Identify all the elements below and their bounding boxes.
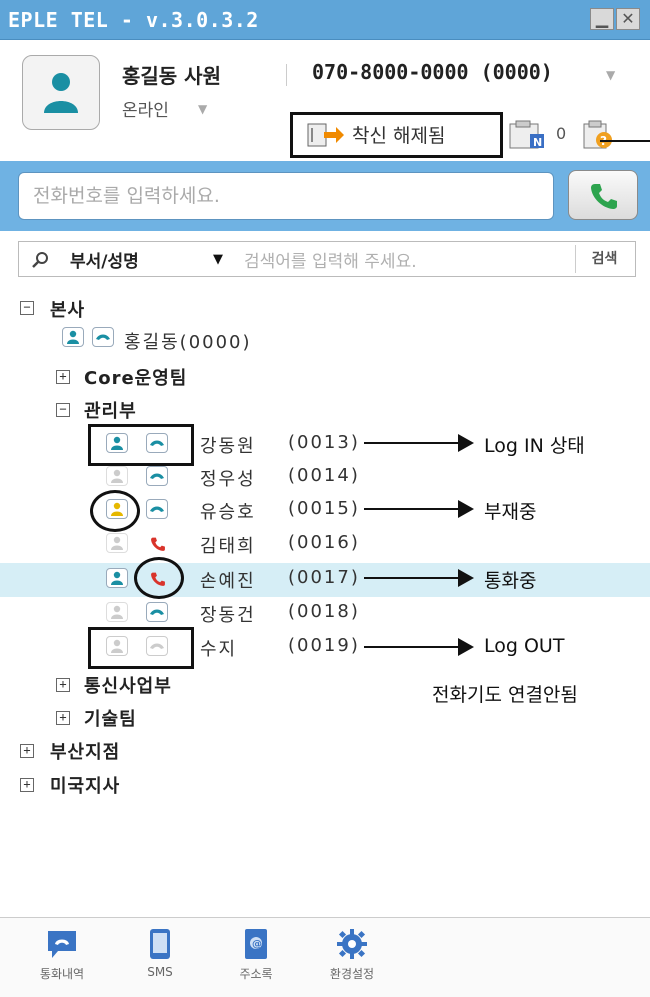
collapse-toggle[interactable]: − bbox=[56, 403, 70, 417]
member-ext: (0015) bbox=[288, 498, 360, 519]
tree-node-branch[interactable]: 부산지점 bbox=[50, 738, 120, 764]
search-input[interactable]: 검색어를 입력해 주세요. bbox=[244, 247, 417, 272]
svg-text:N: N bbox=[533, 136, 542, 149]
notice-icon[interactable]: N bbox=[508, 120, 552, 150]
annotation-login: Log IN 상태 bbox=[484, 435, 585, 457]
annotation-arrow bbox=[364, 508, 460, 510]
expand-toggle[interactable]: + bbox=[20, 778, 34, 792]
phone-status-icon bbox=[146, 466, 168, 486]
search-icon bbox=[32, 252, 48, 268]
presence-icon bbox=[106, 568, 128, 588]
annotation-arrow bbox=[364, 577, 460, 579]
member-name[interactable]: 정우성 bbox=[200, 465, 256, 491]
notice-count: 0 bbox=[556, 124, 567, 143]
presence-icon bbox=[106, 533, 128, 553]
highlight-circle bbox=[90, 490, 140, 532]
divider bbox=[286, 64, 287, 86]
tree-node-branch[interactable]: 미국지사 bbox=[50, 772, 120, 798]
member-name[interactable]: 강동원 bbox=[200, 432, 256, 458]
annotation-arrowhead bbox=[458, 569, 474, 587]
annotation-line bbox=[600, 140, 650, 142]
address-book-icon: @ bbox=[245, 929, 267, 959]
annotation-arrowhead bbox=[458, 638, 474, 656]
phone-calling-icon bbox=[146, 533, 168, 553]
annotation-arrowhead bbox=[458, 500, 474, 518]
search-button[interactable]: 검색 bbox=[575, 245, 633, 273]
annotation-calling: 통화중 bbox=[484, 570, 537, 592]
member-ext: (0013) bbox=[288, 432, 360, 453]
mobile-phone-icon bbox=[150, 929, 170, 959]
presence-icon bbox=[106, 466, 128, 486]
annotation-arrow bbox=[364, 442, 460, 444]
contacts-button[interactable]: @ 주소록 bbox=[224, 927, 288, 982]
phone-status-icon bbox=[146, 499, 168, 519]
close-button[interactable]: ✕ bbox=[616, 8, 640, 30]
tree-node-team[interactable]: Core운영팀 bbox=[84, 364, 187, 390]
search-type-select[interactable]: 부서/성명 bbox=[70, 247, 139, 272]
expand-toggle[interactable]: + bbox=[56, 370, 70, 384]
member-ext: (0018) bbox=[288, 601, 360, 622]
call-button[interactable] bbox=[568, 170, 638, 220]
member-name[interactable]: 수지 bbox=[200, 635, 237, 661]
window-title: EPLE TEL - v.3.0.3.2 bbox=[8, 8, 259, 32]
phone-status-icon bbox=[92, 327, 114, 347]
tree-node-team[interactable]: 통신사업부 bbox=[84, 672, 172, 698]
member-ext: (0019) bbox=[288, 635, 360, 656]
tree-node-team[interactable]: 기술팀 bbox=[84, 705, 137, 731]
user-phone[interactable]: 070-8000-0000 (0000) bbox=[312, 60, 553, 84]
presence-icon bbox=[106, 602, 128, 622]
chevron-down-icon[interactable]: ▼ bbox=[213, 252, 223, 267]
gear-icon bbox=[337, 929, 367, 959]
member-ext: (0016) bbox=[288, 532, 360, 553]
tree-item-head[interactable]: 홍길동(0000) bbox=[124, 328, 252, 354]
member-name[interactable]: 장동건 bbox=[200, 601, 256, 627]
tree-node-team[interactable]: 관리부 bbox=[84, 397, 137, 423]
tree-node-root[interactable]: 본사 bbox=[50, 296, 85, 322]
member-name[interactable]: 김태희 bbox=[200, 532, 256, 558]
phone-status-icon bbox=[146, 602, 168, 622]
expand-toggle[interactable]: + bbox=[20, 744, 34, 758]
member-ext: (0017) bbox=[288, 567, 360, 588]
minimize-button[interactable]: ▁ bbox=[590, 8, 614, 30]
sms-button[interactable]: SMS bbox=[128, 927, 192, 979]
phone-icon bbox=[591, 184, 617, 209]
member-name[interactable]: 손예진 bbox=[200, 567, 256, 593]
highlight-box bbox=[88, 627, 194, 669]
forward-status[interactable]: 착신 해제됨 bbox=[352, 121, 445, 148]
annotation-arrow bbox=[364, 646, 460, 648]
chevron-down-icon[interactable]: ▼ bbox=[606, 68, 615, 82]
user-icon bbox=[44, 73, 78, 113]
phone-number-input[interactable]: 전화번호를 입력하세요. bbox=[18, 172, 554, 220]
presence-icon bbox=[62, 327, 84, 347]
collapse-toggle[interactable]: − bbox=[20, 301, 34, 315]
call-history-button[interactable]: 통화내역 bbox=[30, 927, 94, 982]
expand-toggle[interactable]: + bbox=[56, 678, 70, 692]
chevron-down-icon[interactable]: ▼ bbox=[198, 102, 207, 116]
svg-text:@: @ bbox=[252, 939, 262, 950]
annotation-arrowhead bbox=[458, 434, 474, 452]
highlight-circle bbox=[134, 557, 184, 599]
annotation-logout: Log OUT bbox=[484, 635, 565, 657]
presence-status[interactable]: 온라인 bbox=[122, 96, 169, 121]
settings-button[interactable]: 환경설정 bbox=[320, 927, 384, 982]
highlight-box bbox=[88, 424, 194, 466]
call-forward-icon[interactable] bbox=[306, 122, 346, 148]
annotation-away: 부재중 bbox=[484, 501, 537, 523]
call-history-icon bbox=[48, 931, 76, 958]
avatar[interactable] bbox=[22, 55, 100, 130]
expand-toggle[interactable]: + bbox=[56, 711, 70, 725]
member-ext: (0014) bbox=[288, 465, 360, 486]
help-memo-icon[interactable]: ? bbox=[582, 120, 614, 150]
annotation-logout-note: 전화기도 연결안됨 bbox=[432, 684, 578, 706]
user-name: 홍길동 사원 bbox=[122, 64, 221, 88]
member-name[interactable]: 유승호 bbox=[200, 498, 256, 524]
